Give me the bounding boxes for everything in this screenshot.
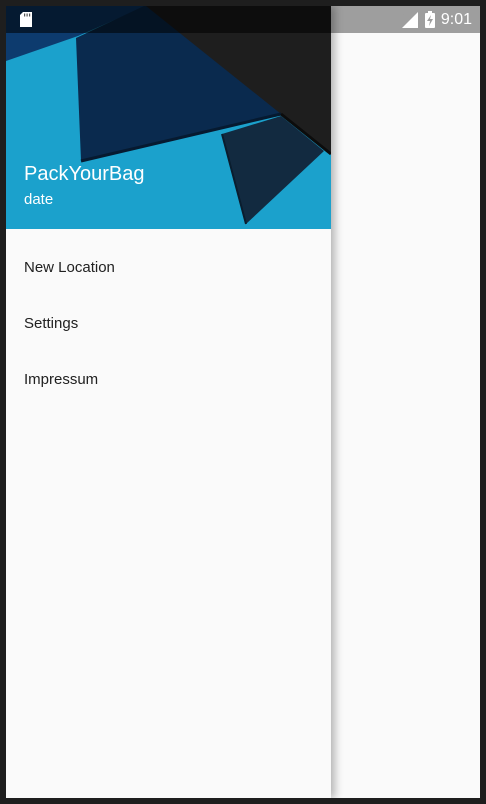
header-subtitle: date: [24, 191, 54, 208]
app-title: PackYourBag: [24, 163, 145, 185]
network-type-label: 4G: [401, 10, 413, 19]
drawer-status-bar-scrim: [6, 6, 331, 33]
menu-item-label: Impressum: [24, 370, 99, 388]
drawer-menu: New Location Settings Impressum: [6, 239, 331, 407]
header-background-image: [6, 6, 331, 229]
sd-card-icon: [20, 12, 32, 27]
clock: 9:01: [440, 10, 472, 28]
battery-charging-icon: [424, 11, 435, 28]
phone-screen: 4G 9:01 PackYourBag date New Location Se…: [6, 6, 480, 798]
menu-item-impressum[interactable]: Impressum: [6, 351, 331, 407]
menu-item-label: Settings: [24, 314, 79, 332]
navigation-drawer: PackYourBag date New Location Settings I…: [6, 6, 331, 798]
signal-icon: 4G: [401, 11, 419, 29]
menu-item-new-location[interactable]: New Location: [6, 239, 331, 295]
status-icons: 4G 9:01: [401, 6, 472, 33]
drawer-scrim[interactable]: [331, 33, 480, 798]
menu-item-settings[interactable]: Settings: [6, 295, 331, 351]
drawer-header: PackYourBag date: [6, 6, 331, 229]
menu-item-label: New Location: [24, 258, 115, 276]
